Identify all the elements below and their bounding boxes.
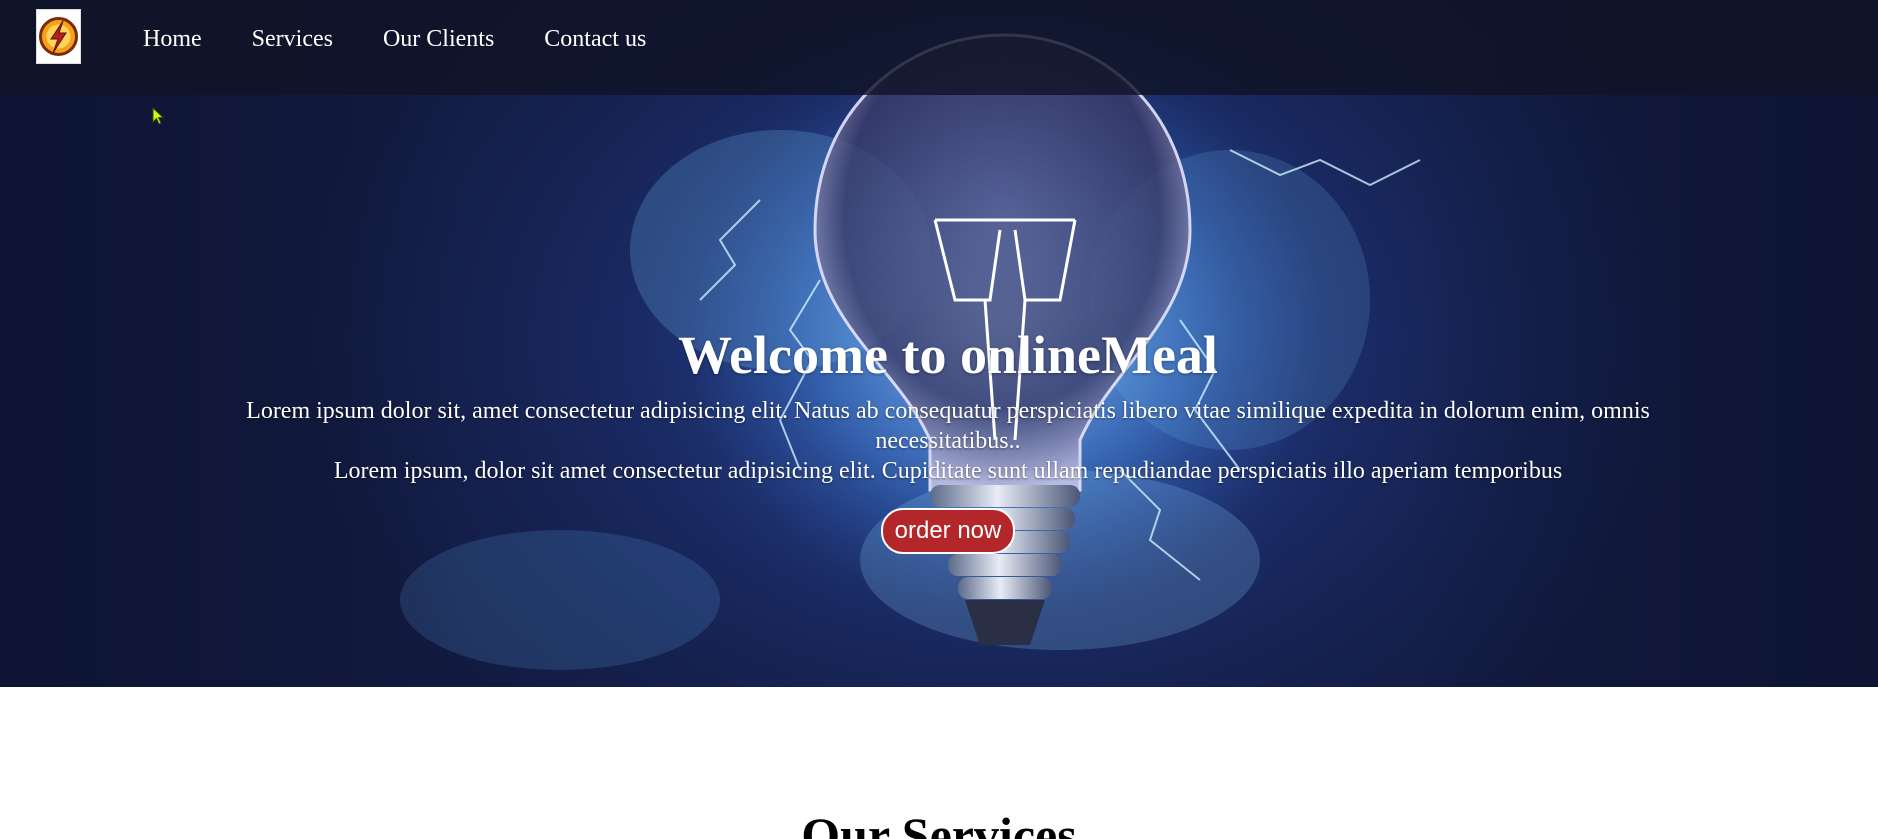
hero-section: Welcome to onlineMeal Lorem ipsum dolor … — [0, 0, 1878, 687]
hero-content: Welcome to onlineMeal Lorem ipsum dolor … — [240, 320, 1656, 554]
hero-paragraph-1: Lorem ipsum dolor sit, amet consectetur … — [246, 398, 1650, 454]
hero-paragraph-2: Lorem ipsum, dolor sit amet consectetur … — [333, 458, 1563, 484]
lightning-bolt-logo-icon — [39, 17, 78, 56]
page: Welcome to onlineMeal Lorem ipsum dolor … — [0, 0, 1878, 839]
nav-link-contact-us[interactable]: Contact us — [544, 24, 646, 54]
nav-link-home[interactable]: Home — [143, 24, 202, 54]
mouse-cursor-icon — [152, 107, 164, 125]
navbar: Home Services Our Clients Contact us — [0, 0, 1878, 95]
order-now-button[interactable]: order now — [880, 508, 1016, 554]
site-logo[interactable] — [36, 9, 81, 64]
nav-link-our-clients[interactable]: Our Clients — [383, 24, 494, 54]
nav-link-services[interactable]: Services — [252, 24, 333, 54]
services-section: Our Services — [0, 687, 1878, 839]
services-title: Our Services — [801, 807, 1077, 839]
hero-title: Welcome to onlineMeal — [678, 325, 1218, 385]
nav-links: Home Services Our Clients Contact us — [143, 24, 696, 54]
